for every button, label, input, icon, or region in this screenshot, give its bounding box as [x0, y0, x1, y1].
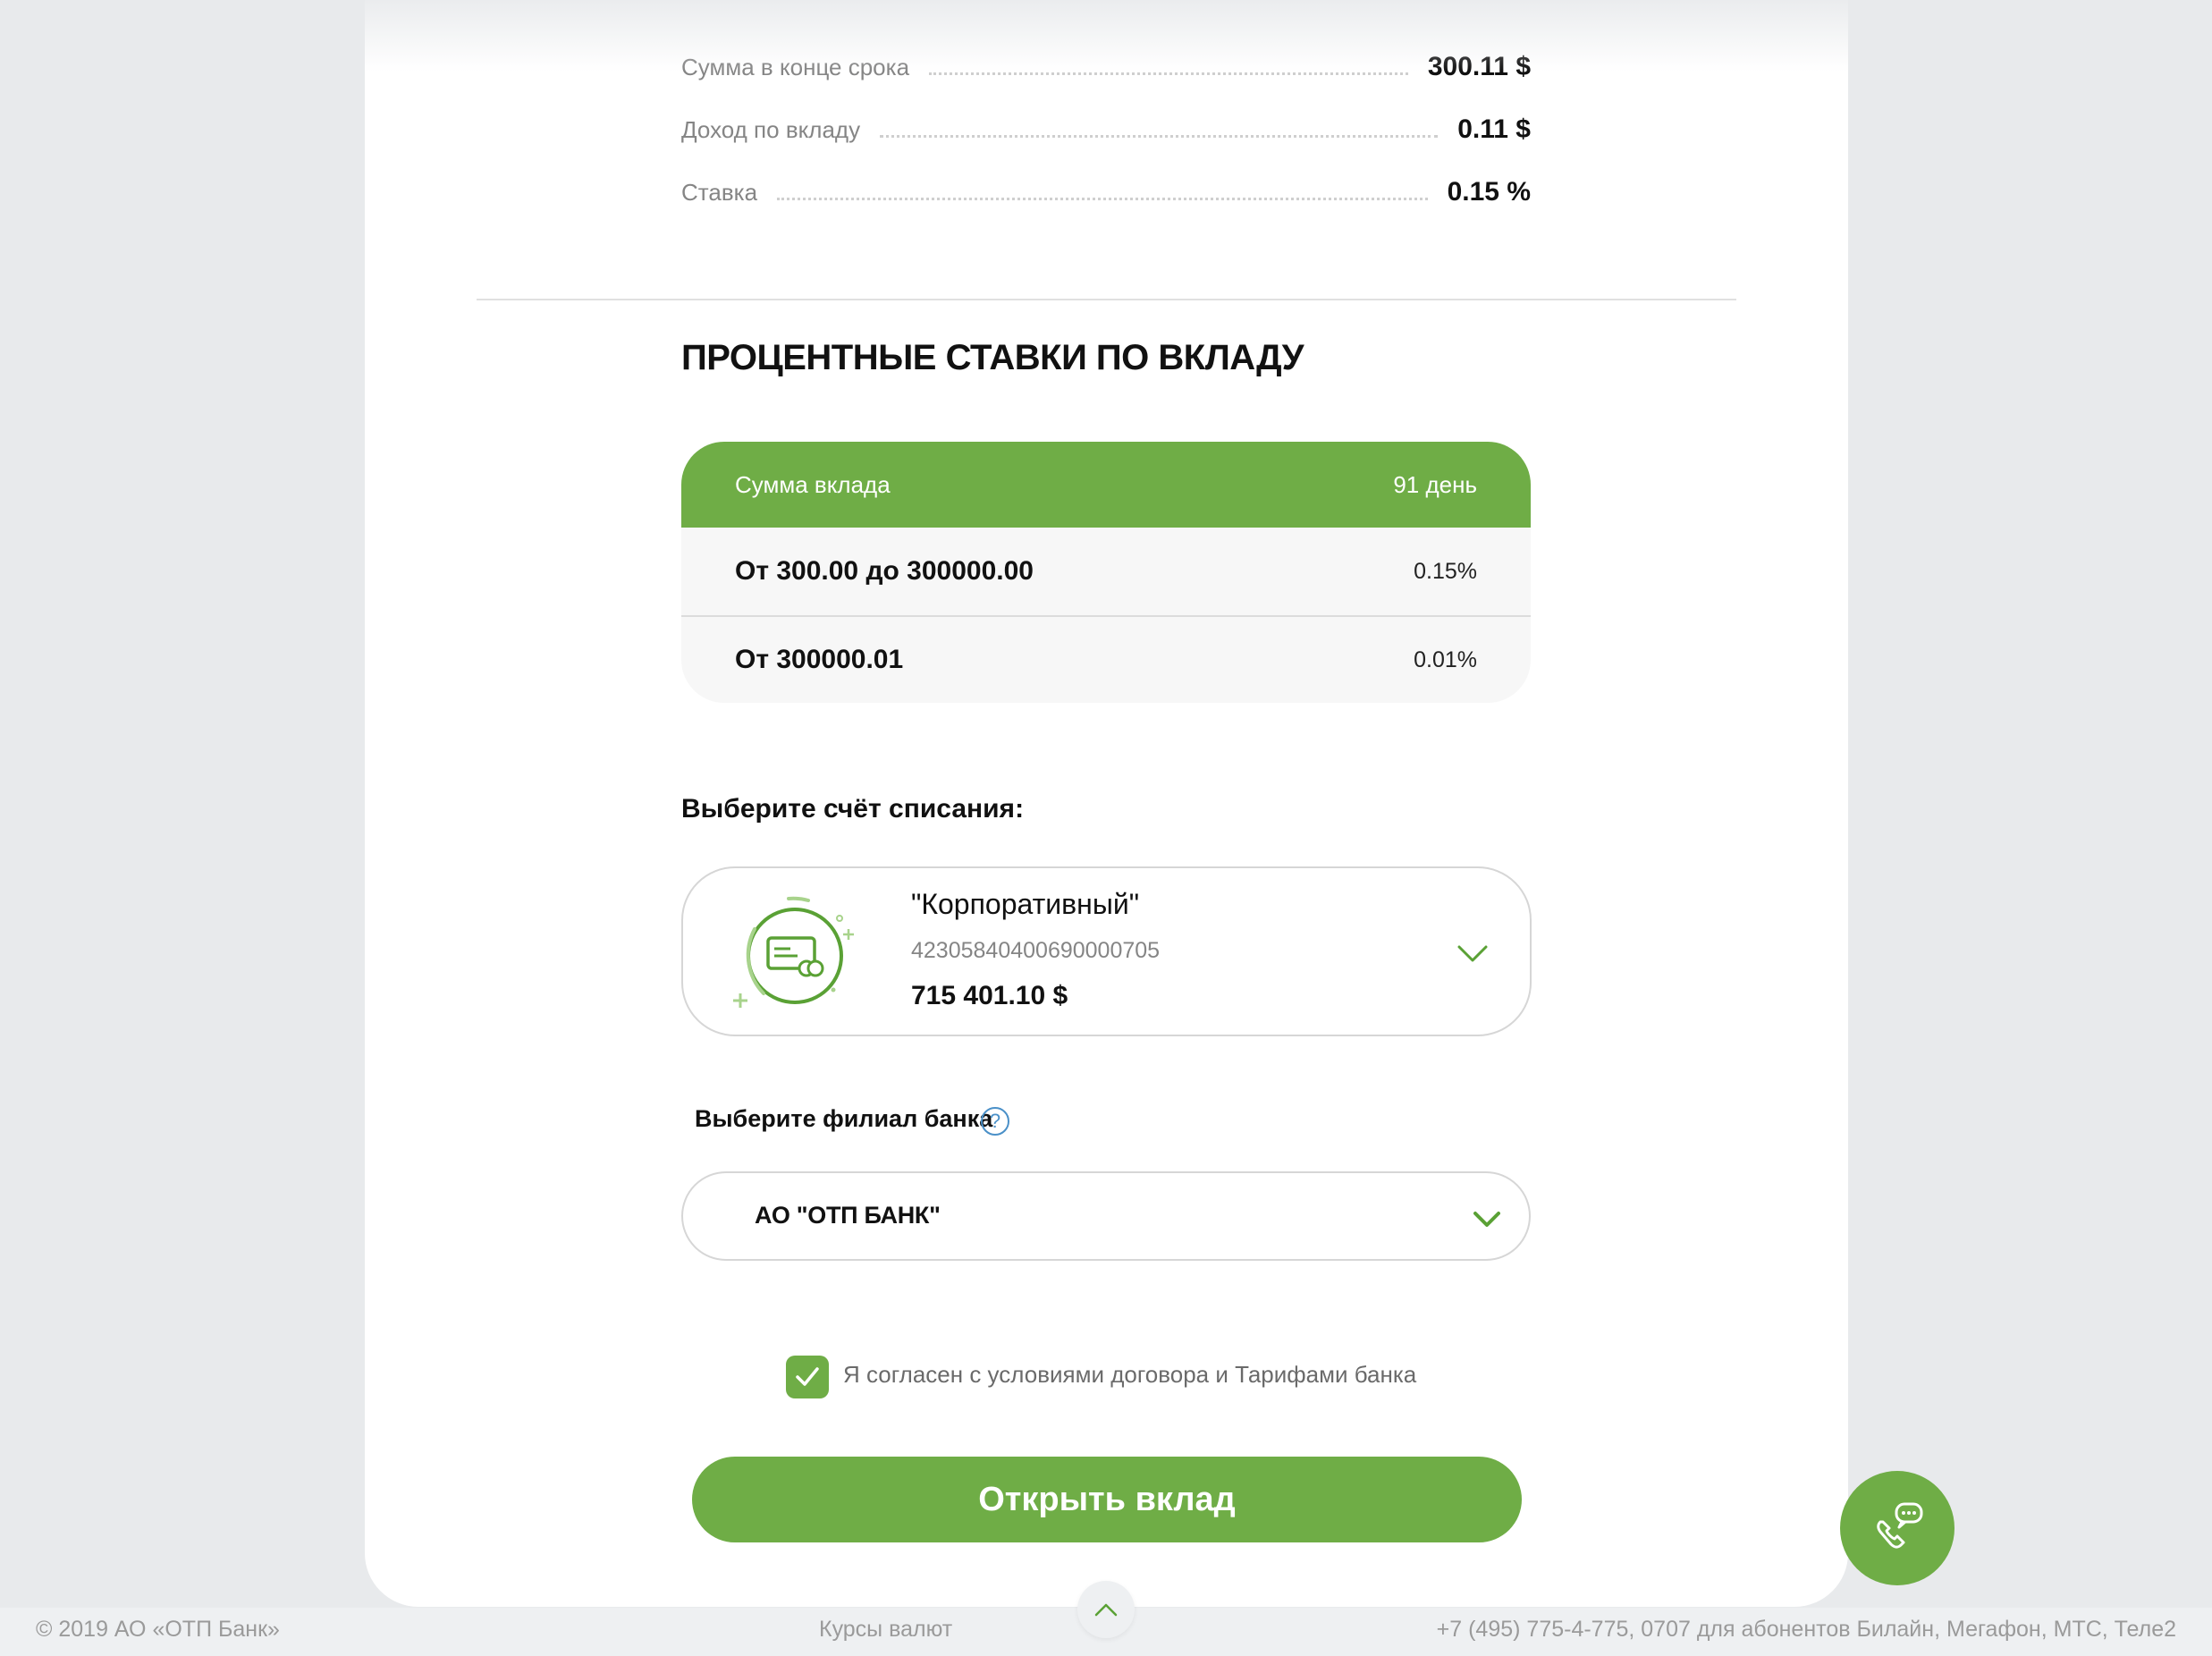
scroll-to-top-button[interactable]: [1077, 1581, 1135, 1638]
help-icon[interactable]: ?: [981, 1107, 1009, 1136]
summary-value: 300.11 $: [1427, 52, 1531, 81]
summary-label: Доход по вкладу: [681, 115, 861, 143]
rates-header-amount: Сумма вклада: [735, 470, 891, 498]
branch-select[interactable]: АО "ОТП БАНК": [681, 1171, 1531, 1261]
footer-contacts: +7 (495) 775-4-775, 0707 для абонентов Б…: [1436, 1617, 2176, 1642]
summary-value: 0.15 %: [1447, 177, 1531, 207]
rate-amount: От 300.00 до 300000.00: [735, 556, 1034, 586]
summary-value: 0.11 $: [1457, 114, 1531, 144]
dotted-leader: [777, 184, 1428, 200]
card-icon: [728, 893, 862, 1018]
chevron-down-icon[interactable]: [1473, 1211, 1500, 1229]
rates-header-row: Сумма вклада 91 день: [681, 442, 1531, 528]
section-divider: [477, 299, 1736, 300]
rate-value: 0.15%: [1414, 558, 1477, 584]
rates-table: Сумма вклада 91 день От 300.00 до 300000…: [681, 442, 1531, 703]
summary-row-rate: Ставка 0.15 %: [681, 170, 1531, 215]
account-name: "Корпоративный": [911, 888, 1140, 920]
chevron-down-icon[interactable]: [1457, 945, 1488, 963]
dotted-leader: [880, 122, 1439, 138]
table-row: От 300000.01 0.01%: [681, 617, 1531, 703]
summary-row-final-amount: Сумма в конце срока 300.11 $: [681, 45, 1531, 89]
rate-value: 0.01%: [1414, 646, 1477, 672]
open-deposit-button[interactable]: Открыть вклад: [692, 1457, 1522, 1542]
account-select[interactable]: "Корпоративный" 42305840400690000705 715…: [681, 866, 1532, 1036]
dotted-leader: [929, 59, 1408, 75]
phone-chat-icon: [1877, 1502, 1923, 1549]
rates-title: ПРОЦЕНТНЫЕ СТАВКИ ПО ВКЛАДУ: [681, 338, 1304, 377]
footer-copyright: © 2019 АО «ОТП Банк»: [36, 1617, 280, 1642]
account-balance: 715 401.10 $: [911, 981, 1068, 1010]
summary-label: Ставка: [681, 178, 758, 206]
rates-header-term: 91 день: [1393, 470, 1477, 498]
agreement-label[interactable]: Я согласен с условиями договора и Тарифа…: [843, 1361, 1416, 1389]
summary-label: Сумма в конце срока: [681, 53, 910, 80]
rate-amount: От 300000.01: [735, 645, 904, 674]
checkmark-icon: [796, 1367, 819, 1386]
table-row: От 300.00 до 300000.00 0.15%: [681, 528, 1531, 617]
branch-selected-value: АО "ОТП БАНК": [755, 1202, 941, 1229]
footer-currency-rates-link[interactable]: Курсы валют: [819, 1617, 952, 1643]
agreement-checkbox[interactable]: [786, 1356, 829, 1398]
branch-select-label: Выберите филиал банка: [695, 1105, 993, 1132]
chevron-up-icon: [1094, 1603, 1118, 1617]
callback-button[interactable]: [1840, 1471, 1954, 1585]
account-select-label: Выберите счёт списания:: [681, 794, 1025, 824]
account-number: 42305840400690000705: [911, 938, 1161, 963]
summary-row-income: Доход по вкладу 0.11 $: [681, 107, 1531, 152]
